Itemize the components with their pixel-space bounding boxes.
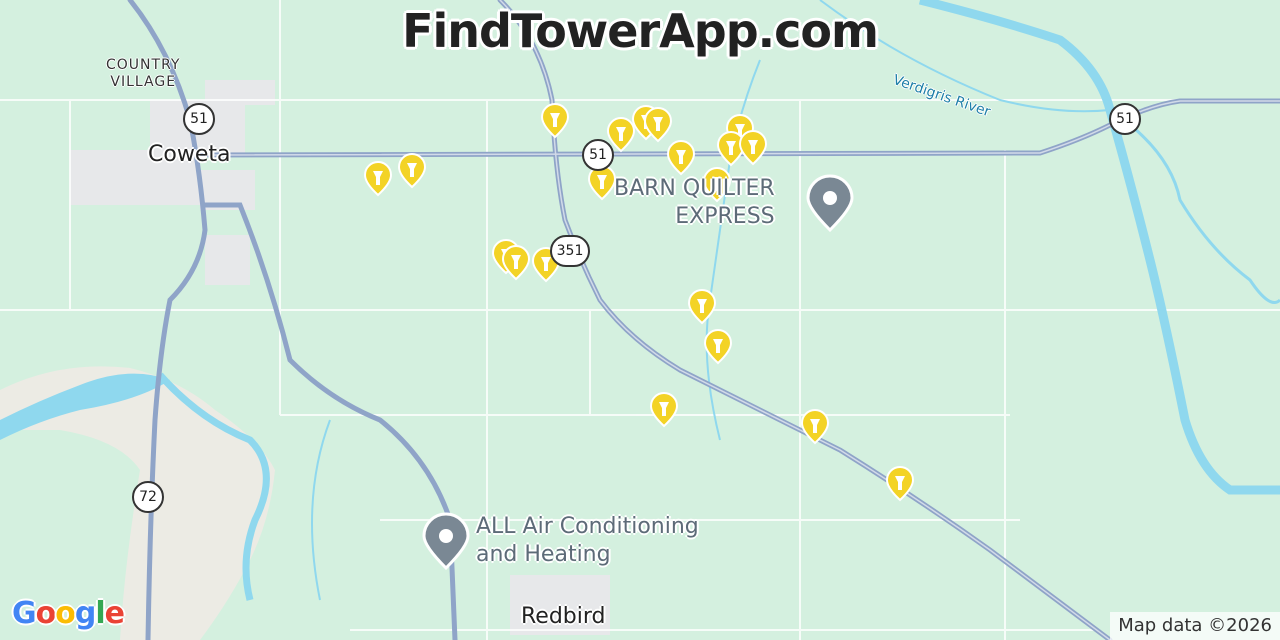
route-shield: 51: [1109, 103, 1141, 135]
poi-label-barn[interactable]: BARN QUILTER EXPRESS: [614, 175, 775, 231]
poi-label-hvac-line2: and Heating: [476, 542, 611, 567]
map-attribution[interactable]: Map data ©2026: [1110, 612, 1280, 640]
google-logo-letter: G: [12, 596, 37, 631]
google-logo-letter: e: [104, 596, 125, 631]
poi-label-hvac[interactable]: ALL Air Conditioning and Heating: [476, 513, 699, 569]
route-shield: 351: [550, 235, 590, 267]
google-logo: Google: [12, 596, 125, 631]
route-shield: 72: [132, 481, 164, 513]
google-logo-letter: g: [74, 596, 97, 631]
poi-label-barn-line2: EXPRESS: [675, 204, 775, 229]
route-shield: 51: [582, 139, 614, 171]
place-label-redbird: Redbird: [521, 604, 606, 629]
poi-label-barn-line1: BARN QUILTER: [614, 176, 775, 201]
place-label-country-village-line1: COUNTRY: [106, 57, 181, 73]
google-logo-letter: o: [55, 596, 76, 631]
place-label-coweta: Coweta: [148, 142, 231, 167]
google-logo-letter: o: [35, 596, 57, 631]
place-label-country-village: COUNTRY VILLAGE: [106, 57, 180, 91]
poi-label-hvac-line1: ALL Air Conditioning: [476, 514, 699, 539]
site-title: FindTowerApp.com: [402, 4, 879, 58]
place-label-country-village-line2: VILLAGE: [110, 74, 177, 90]
route-shield: 51: [183, 103, 215, 135]
google-logo-letter: l: [95, 596, 105, 631]
